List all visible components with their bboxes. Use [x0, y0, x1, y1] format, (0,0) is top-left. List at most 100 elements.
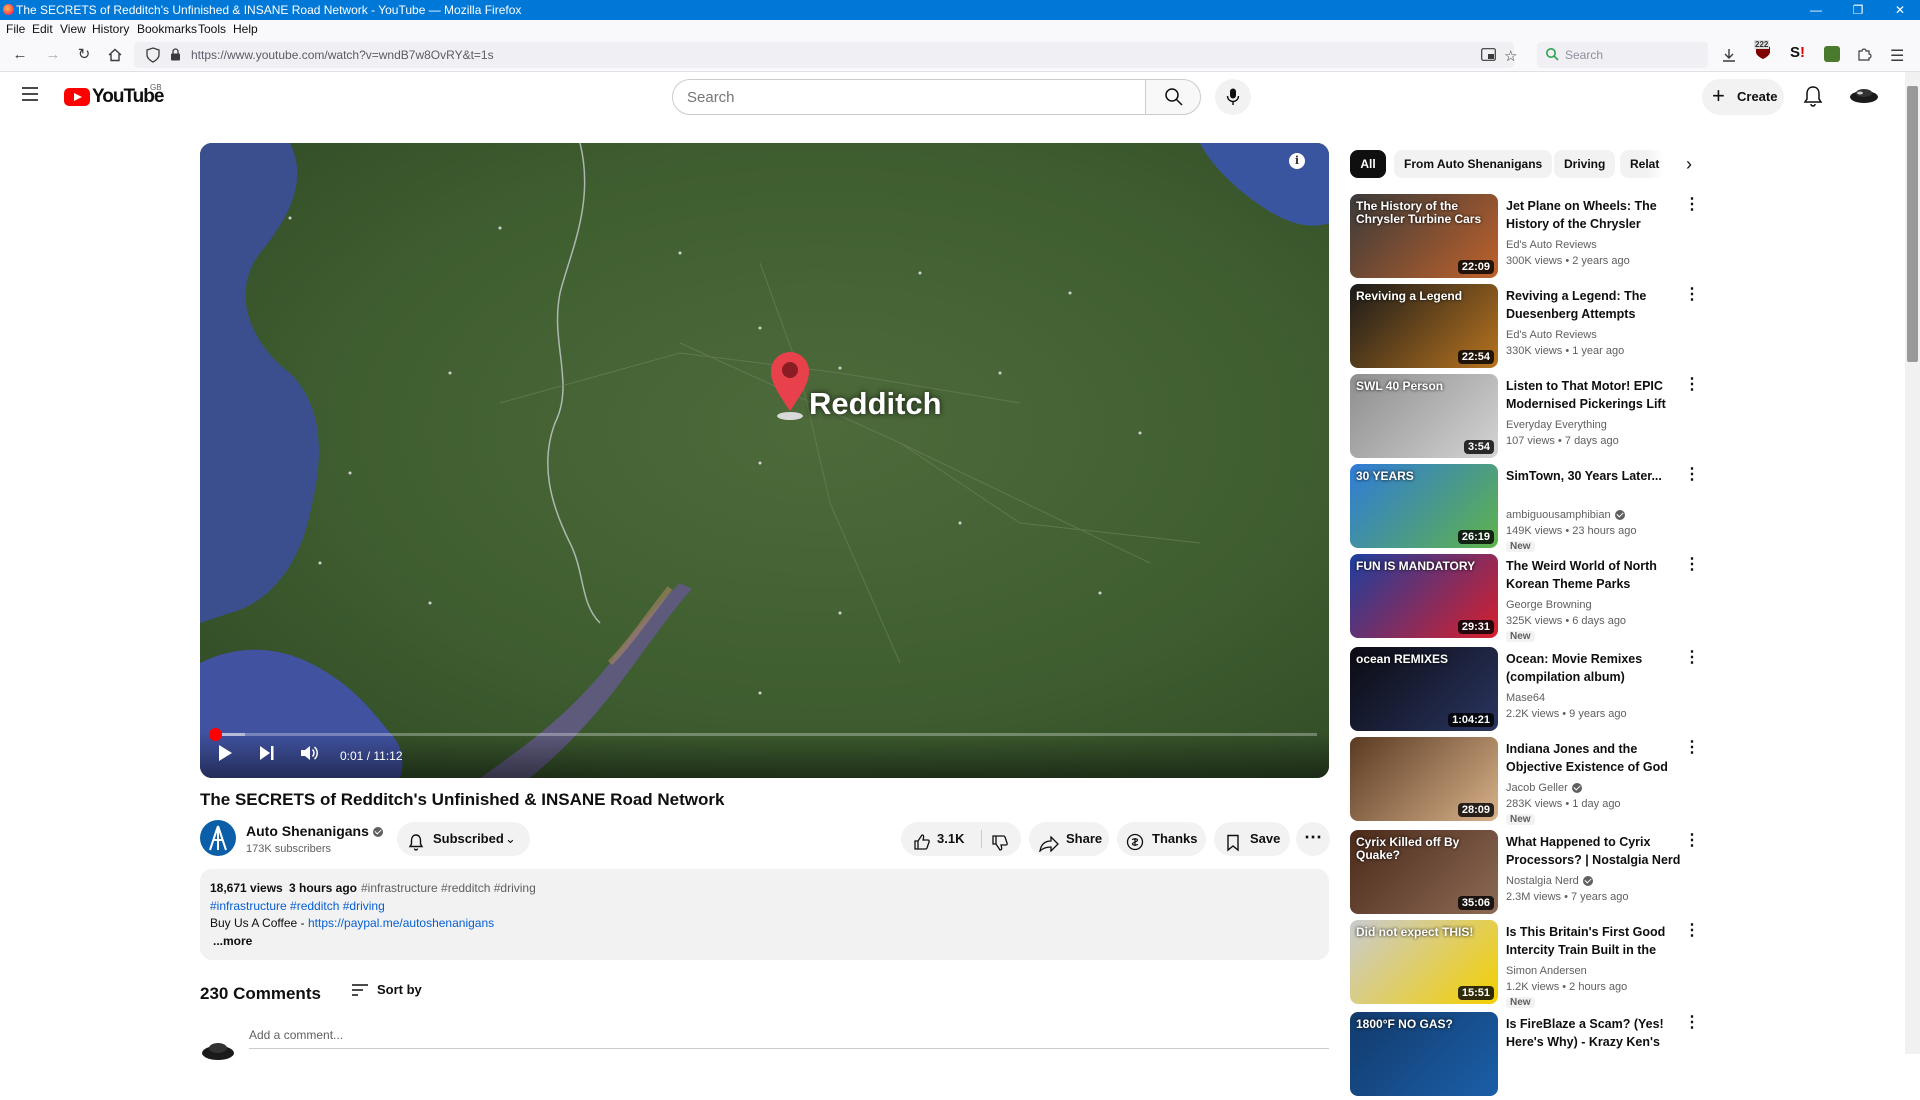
- recommendation-thumbnail[interactable]: 1800°F NO GAS?: [1350, 1012, 1498, 1096]
- hamburger-menu-icon[interactable]: [21, 86, 39, 107]
- extension-icon[interactable]: [1824, 46, 1840, 62]
- voice-search-button[interactable]: [1215, 79, 1251, 115]
- more-vertical-icon[interactable]: ⋮: [1684, 196, 1700, 216]
- shield-icon[interactable]: [146, 47, 160, 68]
- progress-bar[interactable]: [209, 728, 1317, 741]
- recommendation-title[interactable]: Ocean: Movie Remixes (compilation album): [1506, 650, 1686, 686]
- url-bar[interactable]: https://www.youtube.com/watch?v=wndB7w8O…: [134, 42, 1517, 68]
- youtube-search-button[interactable]: [1145, 79, 1201, 115]
- recommendation-item[interactable]: 30 YEARS 26:19 SimTown, 30 Years Later... a…: [1350, 464, 1900, 552]
- recommendation-channel[interactable]: Ed's Auto Reviews: [1506, 239, 1597, 251]
- url-text[interactable]: https://www.youtube.com/watch?v=wndB7w8O…: [191, 48, 494, 62]
- recommendation-thumbnail[interactable]: 28:09: [1350, 737, 1498, 821]
- recommendation-channel-name[interactable]: Ed's Auto Reviews: [1506, 239, 1597, 251]
- menu-file[interactable]: File: [6, 20, 25, 38]
- recommendation-thumbnail[interactable]: FUN IS MANDATORY 29:31: [1350, 554, 1498, 638]
- more-vertical-icon[interactable]: ⋮: [1684, 649, 1700, 669]
- hashtag-links[interactable]: #infrastructure #redditch #driving: [210, 899, 385, 913]
- account-avatar[interactable]: [1848, 80, 1880, 112]
- more-vertical-icon[interactable]: ⋮: [1684, 466, 1700, 486]
- channel-avatar[interactable]: [200, 820, 236, 856]
- recommendation-thumbnail[interactable]: ocean REMIXES 1:04:21: [1350, 647, 1498, 731]
- chevron-right-icon[interactable]: ›: [1677, 152, 1701, 176]
- downloads-icon[interactable]: [1721, 47, 1737, 68]
- scrubber-handle[interactable]: [209, 728, 222, 741]
- recommendation-channel[interactable]: ambiguousamphibian: [1506, 509, 1625, 521]
- dislike-button[interactable]: [991, 831, 1009, 865]
- youtube-logo[interactable]: [64, 88, 90, 111]
- show-more-link[interactable]: ...more: [213, 934, 252, 948]
- recommendation-thumbnail[interactable]: Did not expect THIS! 15:51: [1350, 920, 1498, 1004]
- more-vertical-icon[interactable]: ⋮: [1684, 376, 1700, 396]
- recommendation-item[interactable]: Reviving a Legend 22:54 Reviving a Legend:…: [1350, 284, 1900, 372]
- lock-icon[interactable]: [170, 48, 181, 66]
- recommendation-channel[interactable]: Everyday Everything: [1506, 419, 1607, 431]
- more-vertical-icon[interactable]: ⋮: [1684, 556, 1700, 576]
- recommendation-channel-name[interactable]: Everyday Everything: [1506, 419, 1607, 431]
- recommendation-thumbnail[interactable]: 30 YEARS 26:19: [1350, 464, 1498, 548]
- recommendation-thumbnail[interactable]: The History of the Chrysler Turbine Cars…: [1350, 194, 1498, 278]
- channel-name[interactable]: Auto Shenanigans: [246, 823, 383, 839]
- recommendation-item[interactable]: Cyrix Killed off By Quake? 35:06 What Happ…: [1350, 830, 1900, 918]
- extensions-puzzle-icon[interactable]: [1856, 46, 1872, 67]
- next-button[interactable]: [258, 744, 276, 767]
- play-button[interactable]: [216, 743, 234, 768]
- create-button[interactable]: + Create: [1702, 79, 1784, 115]
- recommendation-channel[interactable]: Jacob Geller: [1506, 782, 1582, 794]
- sort-icon[interactable]: [351, 983, 369, 1002]
- thanks-button[interactable]: Thanks: [1117, 822, 1206, 856]
- recommendation-item[interactable]: Did not expect THIS! 15:51 Is This Britain…: [1350, 920, 1900, 1008]
- chip-all[interactable]: All: [1350, 150, 1386, 178]
- bookmark-star-icon[interactable]: ☆: [1504, 47, 1517, 65]
- recommendation-channel[interactable]: Mase64: [1506, 692, 1545, 704]
- s-extension-icon[interactable]: S!: [1790, 44, 1805, 61]
- like-button[interactable]: [913, 830, 931, 864]
- recommendation-thumbnail[interactable]: Reviving a Legend 22:54: [1350, 284, 1498, 368]
- youtube-search-input[interactable]: Search: [672, 79, 1146, 115]
- recommendation-channel[interactable]: Ed's Auto Reviews: [1506, 329, 1597, 341]
- recommendation-title[interactable]: Is This Britain's First Good Intercity T…: [1506, 923, 1686, 959]
- scrollbar-thumb[interactable]: [1907, 86, 1918, 362]
- save-button[interactable]: Save: [1214, 822, 1290, 856]
- recommendation-channel[interactable]: Nostalgia Nerd: [1506, 875, 1593, 887]
- menu-edit[interactable]: Edit: [32, 20, 53, 38]
- sort-by-button[interactable]: Sort by: [377, 982, 422, 997]
- subscribed-button[interactable]: Subscribed ⌄: [397, 822, 530, 856]
- recommendation-title[interactable]: Reviving a Legend: The Duesenberg Attemp…: [1506, 287, 1686, 323]
- share-button[interactable]: Share: [1029, 822, 1109, 856]
- like-count[interactable]: 3.1K: [937, 822, 964, 856]
- recommendation-item[interactable]: 1800°F NO GAS? Is FireBlaze a Scam? (Yes!…: [1350, 1012, 1900, 1100]
- notifications-bell-icon[interactable]: [1803, 85, 1823, 112]
- app-menu-icon[interactable]: ☰: [1890, 46, 1904, 66]
- menu-tools[interactable]: Tools: [198, 20, 226, 38]
- recommendation-channel-name[interactable]: ambiguousamphibian: [1506, 509, 1611, 521]
- recommendation-title[interactable]: Is FireBlaze a Scam? (Yes! Here's Why) -…: [1506, 1015, 1686, 1051]
- channel-name-text[interactable]: Auto Shenanigans: [246, 823, 369, 839]
- chip-driving[interactable]: Driving: [1554, 150, 1616, 178]
- recommendation-title[interactable]: What Happened to Cyrix Processors? | Nos…: [1506, 833, 1686, 869]
- ublock-extension-icon[interactable]: 222: [1754, 40, 1772, 65]
- menu-help[interactable]: Help: [233, 20, 258, 38]
- back-icon[interactable]: ←: [10, 45, 30, 65]
- reload-icon[interactable]: ↻: [74, 45, 94, 65]
- minimize-button[interactable]: —: [1796, 0, 1836, 20]
- recommendation-title[interactable]: SimTown, 30 Years Later...: [1506, 467, 1686, 485]
- forward-icon[interactable]: →: [43, 45, 63, 65]
- menu-bookmarks[interactable]: Bookmarks: [137, 20, 197, 38]
- recommendation-channel[interactable]: George Browning: [1506, 599, 1592, 611]
- more-vertical-icon[interactable]: ⋮: [1684, 286, 1700, 306]
- recommendation-title[interactable]: The Weird World of North Korean Theme Pa…: [1506, 557, 1686, 593]
- menu-view[interactable]: View: [60, 20, 86, 38]
- recommendation-channel-name[interactable]: George Browning: [1506, 599, 1592, 611]
- recommendation-item[interactable]: FUN IS MANDATORY 29:31 The Weird World of …: [1350, 554, 1900, 642]
- more-vertical-icon[interactable]: ⋮: [1684, 739, 1700, 759]
- paypal-link[interactable]: https://paypal.me/autoshenanigans: [308, 916, 494, 930]
- chip-from-channel[interactable]: From Auto Shenanigans: [1394, 150, 1553, 178]
- description-box[interactable]: 18,671 views 3 hours ago #infrastructure…: [200, 869, 1329, 960]
- recommendation-channel-name[interactable]: Nostalgia Nerd: [1506, 875, 1579, 887]
- recommendation-item[interactable]: The History of the Chrysler Turbine Cars…: [1350, 194, 1900, 282]
- volume-button[interactable]: [299, 744, 319, 767]
- more-vertical-icon[interactable]: ⋮: [1684, 922, 1700, 942]
- recommendation-item[interactable]: 28:09 Indiana Jones and the Objective Exi…: [1350, 737, 1900, 825]
- video-player[interactable]: Redditch i 0:01 / 11:12: [200, 143, 1329, 778]
